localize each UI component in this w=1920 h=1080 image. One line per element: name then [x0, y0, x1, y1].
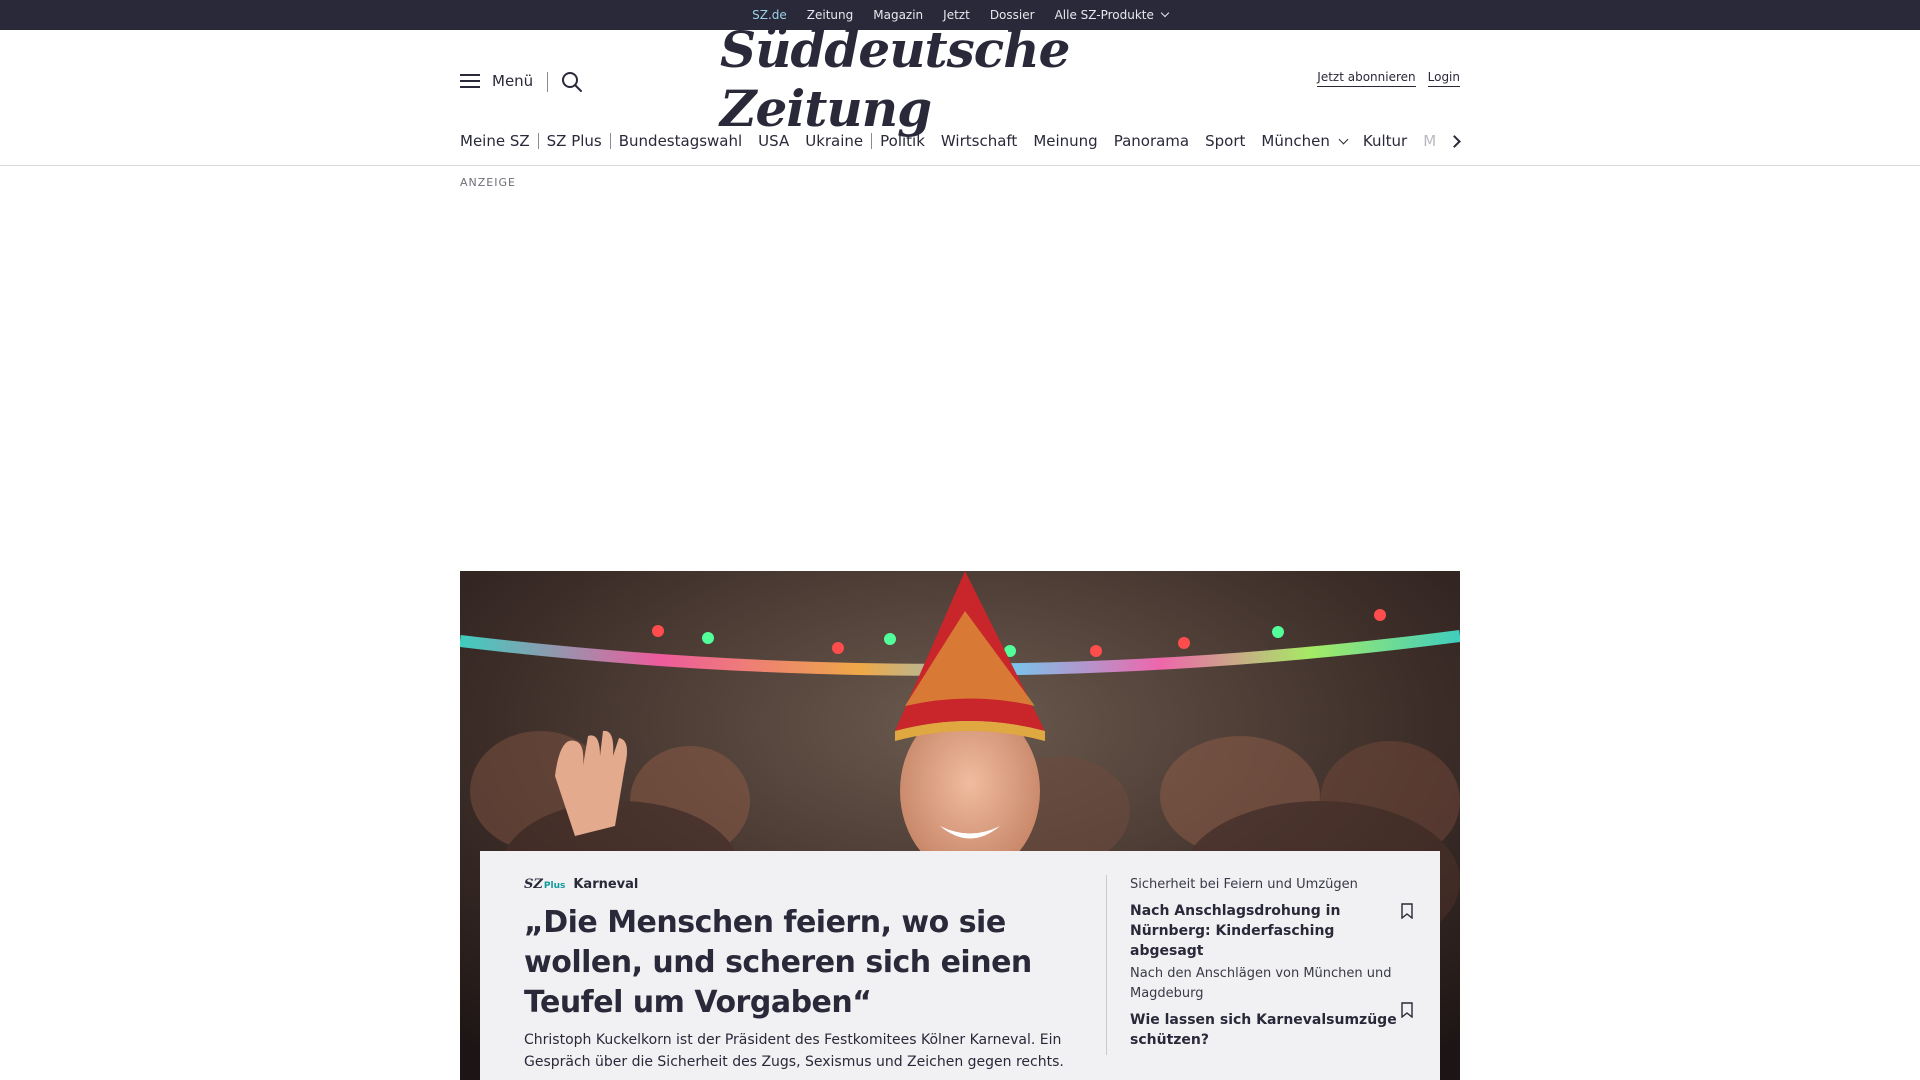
nav-politik[interactable]: Politik [880, 132, 925, 150]
subscribe-link[interactable]: Jetzt abonnieren [1317, 70, 1416, 87]
nav-meinung[interactable]: Meinung [1033, 132, 1097, 150]
site-header: Menü Süddeutsche Zeitung Jetzt abonniere… [0, 20, 1920, 166]
sz-plus-badge: SZPlus [524, 877, 565, 892]
article-topic: Karneval [573, 877, 639, 892]
lead-headline[interactable]: „Die Menschen feiern, wo sie wollen, und… [524, 903, 1084, 1023]
bookmark-icon[interactable] [1401, 903, 1413, 919]
nav-bundestagswahl[interactable]: Bundestagswahl [619, 132, 742, 150]
login-link[interactable]: Login [1427, 70, 1460, 87]
site-logo[interactable]: Süddeutsche Zeitung [720, 20, 1200, 138]
nav-muenchen-label: München [1261, 132, 1330, 150]
chevron-down-icon [1160, 8, 1170, 18]
nav-divider [871, 133, 873, 149]
bookmark-icon[interactable] [1401, 1002, 1413, 1018]
nav-sz-plus[interactable]: SZ Plus [547, 132, 602, 150]
lead-article-card[interactable]: SZPlus Karneval „Die Menschen feiern, wo… [480, 851, 1440, 1080]
hamburger-icon [460, 73, 480, 89]
article-kicker: SZPlus Karneval [524, 877, 638, 892]
nav-meine-sz[interactable]: Meine SZ [460, 132, 530, 150]
nav-more-truncated[interactable]: M [1423, 132, 1436, 150]
chevron-down-icon [1338, 134, 1349, 145]
card-divider [1106, 875, 1107, 1055]
category-navigation: Meine SZ SZ Plus Bundestagswahl USA Ukra… [460, 130, 1460, 152]
nav-divider [537, 133, 539, 149]
ad-label: ANZEIGE [460, 176, 516, 189]
nav-kultur[interactable]: Kultur [1363, 132, 1407, 150]
menu-button[interactable]: Menü [460, 72, 533, 90]
lead-teaser: Christoph Kuckelkorn ist der Präsident d… [524, 1032, 1064, 1070]
nav-panorama[interactable]: Panorama [1114, 132, 1189, 150]
menu-divider [547, 72, 548, 92]
side-article-2[interactable]: Nach den Anschlägen von München und Magd… [1130, 964, 1400, 1050]
menu-label: Menü [492, 72, 534, 90]
chevron-right-icon[interactable] [1447, 132, 1463, 150]
search-icon[interactable] [560, 70, 584, 94]
nav-muenchen[interactable]: München [1261, 132, 1349, 150]
nav-wirtschaft[interactable]: Wirtschaft [941, 132, 1017, 150]
nav-sport[interactable]: Sport [1205, 132, 1245, 150]
nav-usa[interactable]: USA [758, 132, 789, 150]
side-article-title[interactable]: Nach Anschlagsdrohung in Nürnberg: Kinde… [1130, 901, 1400, 961]
side-article-title[interactable]: Wie lassen sich Karnevalsumzüge schützen… [1130, 1010, 1400, 1050]
side-article-overline: Nach den Anschlägen von München und Magd… [1130, 966, 1392, 1001]
side-article-overline: Sicherheit bei Feiern und Umzügen [1130, 877, 1358, 892]
account-links: Jetzt abonnieren Login [1317, 70, 1460, 87]
sz-plus-brand: SZ [524, 877, 543, 892]
nav-divider [609, 133, 611, 149]
nav-ukraine[interactable]: Ukraine [805, 132, 863, 150]
sz-plus-label: Plus [543, 881, 566, 891]
side-article-1[interactable]: Sicherheit bei Feiern und Umzügen Nach A… [1130, 875, 1400, 961]
